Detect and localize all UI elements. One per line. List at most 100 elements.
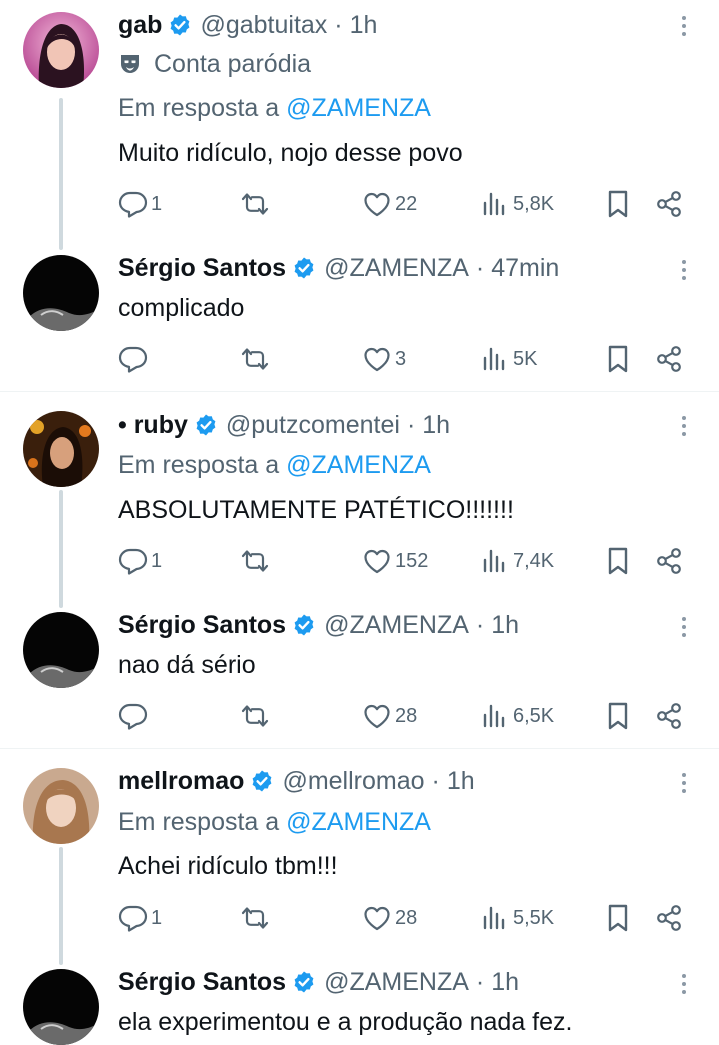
bookmark-button[interactable] — [603, 543, 633, 579]
reply-count: 1 — [151, 549, 163, 572]
separator-dot: · — [334, 10, 343, 39]
reply-prefix: Em resposta a — [118, 451, 280, 479]
separator-dot: · — [475, 967, 485, 996]
views-button[interactable]: 7,4K — [480, 543, 554, 579]
author-handle[interactable]: @putzcomentei — [226, 411, 400, 440]
reply-button[interactable]: 1 — [118, 543, 162, 579]
avatar[interactable] — [23, 768, 99, 844]
share-button[interactable] — [654, 698, 684, 734]
author-name[interactable]: Sérgio Santos — [118, 254, 286, 283]
timestamp[interactable]: 1h — [350, 11, 378, 40]
like-count: 28 — [395, 906, 418, 929]
bookmark-button[interactable] — [603, 341, 633, 377]
avatar[interactable] — [23, 612, 99, 688]
views-button[interactable]: 5,5K — [480, 900, 554, 936]
retweet-button[interactable] — [240, 900, 270, 936]
tweet-header: Sérgio Santos @ZAMENZA · 1h — [118, 966, 659, 998]
like-button[interactable]: 28 — [362, 900, 417, 936]
retweet-icon — [240, 546, 270, 576]
heart-icon — [362, 903, 392, 933]
reply-mention-link[interactable]: @ZAMENZA — [286, 451, 431, 479]
view-count: 7,4K — [513, 549, 555, 572]
timestamp[interactable]: 47min — [491, 254, 559, 283]
tweet-actions: 1 28 5,5K — [0, 900, 719, 936]
views-button[interactable]: 6,5K — [480, 698, 554, 734]
share-button[interactable] — [654, 186, 684, 222]
view-count: 5K — [513, 347, 538, 370]
views-button[interactable]: 5K — [480, 341, 537, 377]
parody-mask-icon — [118, 52, 142, 76]
more-vertical-icon[interactable] — [679, 412, 689, 442]
bookmark-button[interactable] — [603, 186, 633, 222]
like-count: 22 — [395, 192, 418, 215]
thread-divider — [0, 748, 719, 749]
views-button[interactable]: 5,8K — [480, 186, 554, 222]
share-icon — [654, 903, 684, 933]
views-icon — [480, 903, 510, 933]
author-name[interactable]: Sérgio Santos — [118, 968, 286, 997]
share-button[interactable] — [654, 900, 684, 936]
tweet-actions: 1 152 7,4K — [0, 543, 719, 579]
reply-icon — [118, 903, 148, 933]
avatar[interactable] — [23, 255, 99, 331]
retweet-button[interactable] — [240, 543, 270, 579]
author-handle[interactable]: @ZAMENZA — [324, 254, 469, 283]
more-vertical-icon[interactable] — [679, 12, 689, 42]
reply-button[interactable] — [118, 698, 148, 734]
share-icon — [654, 189, 684, 219]
views-icon — [480, 189, 510, 219]
timestamp[interactable]: 1h — [491, 611, 519, 640]
reply-button[interactable]: 1 — [118, 900, 162, 936]
reply-mention-link[interactable]: @ZAMENZA — [286, 808, 431, 836]
reply-context: Em resposta a @ZAMENZA — [118, 92, 431, 124]
retweet-button[interactable] — [240, 698, 270, 734]
reply-button[interactable] — [118, 341, 148, 377]
more-vertical-icon[interactable] — [679, 613, 689, 643]
more-vertical-icon[interactable] — [679, 970, 689, 1000]
author-handle[interactable]: @ZAMENZA — [324, 968, 469, 997]
verified-badge-icon — [292, 256, 316, 280]
author-handle[interactable]: @gabtuitax — [200, 11, 327, 40]
share-button[interactable] — [654, 341, 684, 377]
more-vertical-icon[interactable] — [679, 769, 689, 799]
view-count: 5,8K — [513, 192, 555, 215]
author-handle[interactable]: @mellromao — [282, 767, 424, 796]
verified-badge-icon — [250, 769, 274, 793]
like-button[interactable]: 28 — [362, 698, 417, 734]
reply-prefix: Em resposta a — [118, 808, 280, 836]
author-name[interactable]: mellromao — [118, 767, 244, 796]
like-button[interactable]: 3 — [362, 341, 406, 377]
avatar[interactable] — [23, 969, 99, 1045]
retweet-icon — [240, 189, 270, 219]
tweet-text: ela experimentou e a produção nada fez. — [118, 1008, 573, 1036]
reply-context: Em resposta a @ZAMENZA — [118, 449, 431, 481]
bookmark-button[interactable] — [603, 698, 633, 734]
reply-mention-link[interactable]: @ZAMENZA — [286, 94, 431, 122]
author-name[interactable]: • ruby — [118, 411, 188, 440]
author-name[interactable]: Sérgio Santos — [118, 611, 286, 640]
separator-dot: · — [406, 410, 416, 439]
view-count: 6,5K — [513, 704, 555, 727]
timestamp[interactable]: 1h — [447, 767, 475, 796]
avatar[interactable] — [23, 12, 99, 88]
avatar[interactable] — [23, 411, 99, 487]
author-handle[interactable]: @ZAMENZA — [324, 611, 469, 640]
timestamp[interactable]: 1h — [422, 411, 450, 440]
tweet-actions: 28 6,5K — [0, 698, 719, 734]
heart-icon — [362, 701, 392, 731]
like-button[interactable]: 152 — [362, 543, 428, 579]
timestamp[interactable]: 1h — [491, 968, 519, 997]
share-button[interactable] — [654, 543, 684, 579]
reply-button[interactable]: 1 — [118, 186, 162, 222]
tweet-header: Sérgio Santos @ZAMENZA · 47min — [118, 252, 659, 284]
reply-icon — [118, 344, 148, 374]
parody-label: Conta paródia — [118, 48, 311, 80]
bookmark-button[interactable] — [603, 900, 633, 936]
retweet-button[interactable] — [240, 186, 270, 222]
author-name[interactable]: gab — [118, 11, 162, 40]
like-count: 28 — [395, 704, 418, 727]
more-vertical-icon[interactable] — [679, 256, 689, 286]
reply-icon — [118, 189, 148, 219]
retweet-button[interactable] — [240, 341, 270, 377]
like-button[interactable]: 22 — [362, 186, 417, 222]
